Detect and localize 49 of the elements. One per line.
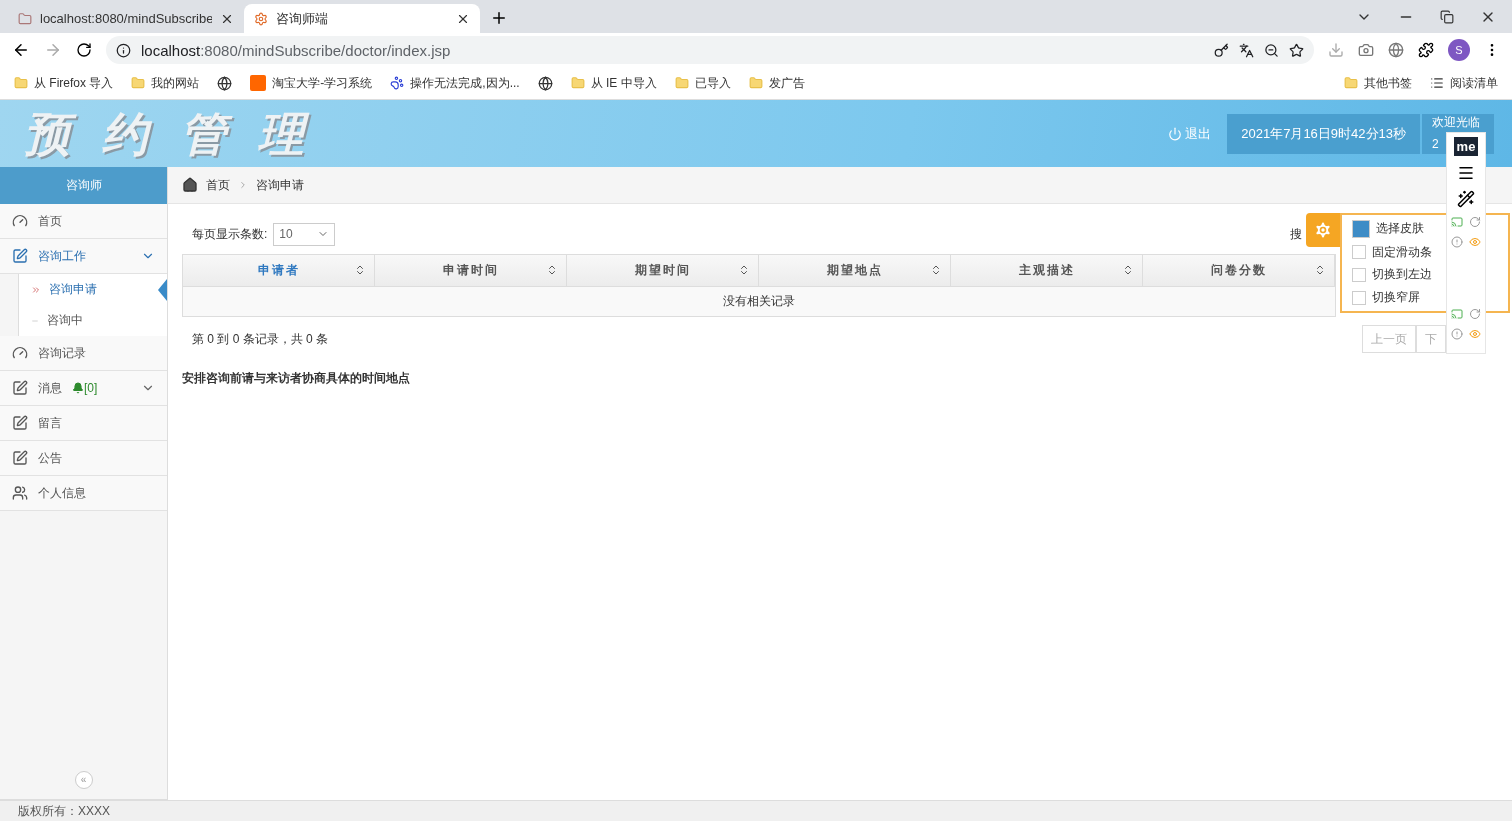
sidebar-item[interactable]: 个人信息 [0, 476, 167, 511]
option-checkbox[interactable]: 切换到左边 [1352, 266, 1432, 284]
note-text: 安排咨询前请与来访者协商具体的时间地点 [182, 370, 411, 387]
bookmark[interactable]: 其他书签 [1344, 74, 1412, 92]
bookmark[interactable]: 从 Firefox 导入 [14, 74, 114, 92]
banner-title: 管 [176, 103, 234, 164]
sidebar-item[interactable]: 公告 [0, 441, 167, 476]
address-bar[interactable]: localhost:8080/mindSubscribe/doctor/index.jsp [106, 36, 1314, 64]
column-header[interactable]: 期望时间 [567, 255, 759, 286]
bookmark[interactable]: 我的网站 [131, 74, 200, 92]
option-checkbox[interactable]: 切换窄屏 [1352, 289, 1420, 307]
browser-tab[interactable]: 咨询师端 [244, 4, 480, 33]
column-header[interactable]: 申请者 [183, 255, 375, 286]
banner-title: 理 [254, 103, 312, 164]
message-count: [0] [84, 381, 98, 395]
sidebar-header: 咨询师 [0, 167, 167, 204]
column-header[interactable]: 申请时间 [375, 255, 567, 286]
browser-tab[interactable]: localhost:8080/mindSubscribe [8, 4, 244, 33]
column-header[interactable]: 期望地点 [759, 255, 951, 286]
bookmark[interactable]: 从 IE 中导入 [570, 74, 657, 92]
option-checkbox[interactable]: 固定滑动条 [1352, 243, 1432, 261]
sidebar-item[interactable]: 咨询工作 [0, 239, 167, 274]
page-size-label: 每页显示条数: [192, 225, 268, 243]
column-header[interactable]: 主观描述 [951, 255, 1143, 286]
copyright-text: 版权所有：XXXX [0, 800, 1512, 821]
banner-title: 预 [20, 103, 78, 164]
bookmark[interactable]: 已导入 [674, 74, 731, 92]
sidebar-item[interactable]: 咨询记录 [0, 336, 167, 371]
bookmark[interactable]: 操作无法完成,因为... [390, 74, 520, 92]
submenu-item[interactable]: 咨询申请 [18, 274, 167, 305]
sidebar-item[interactable]: 消息 [0] [0, 371, 167, 406]
banner-title: 约 [98, 103, 156, 164]
bookmark[interactable]: 淘宝大学-学习系统 [250, 74, 373, 92]
sidebar-item[interactable]: 留言 [0, 406, 167, 441]
breadcrumb-link[interactable]: 首页 [206, 176, 230, 194]
option-checkbox[interactable]: 选择皮肤 [1352, 219, 1424, 238]
sidebar-item[interactable]: 首页 [0, 204, 167, 239]
breadcrumb-current: 咨询申请 [256, 176, 304, 194]
reading-list[interactable]: 阅读清单 [1430, 74, 1498, 92]
submenu-item[interactable]: 咨询中 [18, 305, 167, 336]
extension-badge[interactable]: me [1453, 137, 1479, 156]
column-header[interactable]: 问卷分数 [1143, 255, 1335, 286]
empty-message: 没有相关记录 [183, 287, 1335, 316]
record-summary: 第 0 到 0 条记录，共 0 条 [191, 331, 330, 348]
profile-avatar[interactable]: S [1448, 39, 1470, 61]
datetime-label: 2021年7月16日9时42分13秒 [1227, 113, 1420, 154]
search-label: 搜 [1290, 225, 1302, 243]
page-size-select[interactable]: 10 [273, 222, 336, 246]
bookmark[interactable]: 发广告 [748, 74, 805, 92]
